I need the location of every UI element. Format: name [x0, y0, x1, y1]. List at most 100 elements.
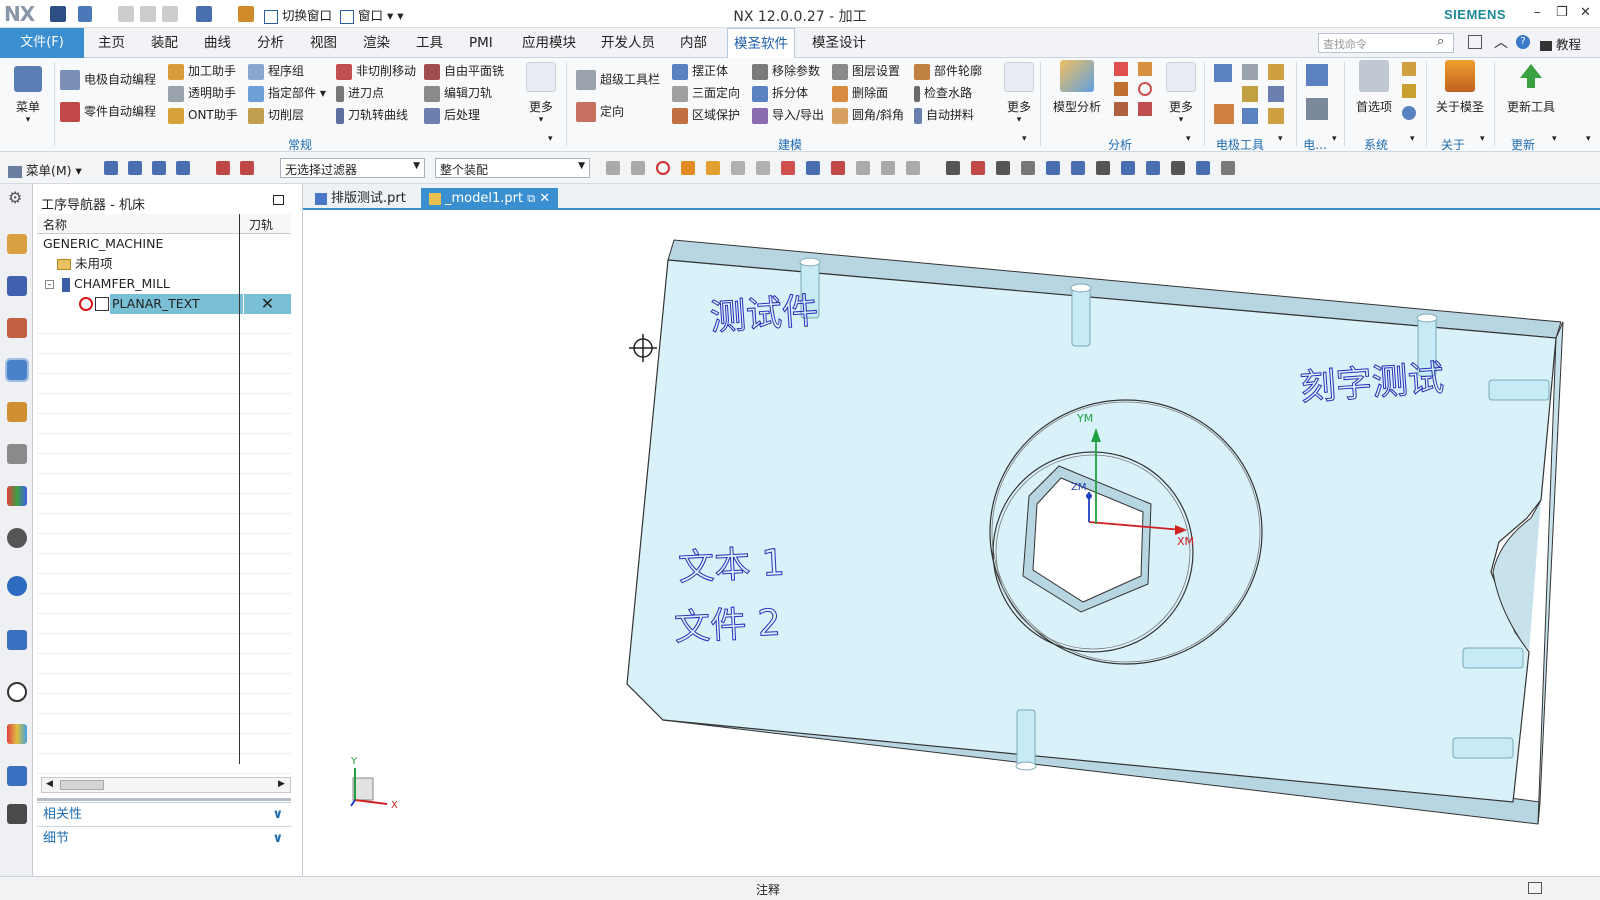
close-tab-icon[interactable]: ✕ — [539, 191, 550, 206]
collapse-icon[interactable]: – — [45, 280, 54, 289]
menu-dropdown-button[interactable]: 菜单(M) ▾ — [8, 160, 82, 179]
analysis-tool2-icon[interactable] — [1114, 102, 1128, 116]
toolbar-tool-8-icon[interactable] — [806, 161, 820, 175]
selection-tool-4-icon[interactable] — [216, 161, 230, 175]
angle-icon[interactable] — [1138, 82, 1152, 96]
column-path-header[interactable]: 刀轨 — [243, 216, 273, 233]
post-process-button[interactable]: 后处理 — [424, 106, 504, 128]
system-expand-icon[interactable]: ▾ — [1410, 134, 1415, 144]
orient-button[interactable]: 定向 — [576, 102, 660, 128]
auto-stock-button[interactable]: 自动拼料 — [914, 106, 982, 128]
update-tools-button[interactable]: 更新工具 — [1502, 60, 1560, 115]
toolbar-tool-9-icon[interactable] — [831, 161, 845, 175]
ribbon-tab-7[interactable]: PMI — [463, 28, 499, 58]
jianmo-expand-icon[interactable]: ▾ — [1022, 134, 1027, 144]
electrode-tool-5-icon[interactable] — [1268, 86, 1284, 102]
part-auto-program-button[interactable]: 零件自动编程 — [60, 102, 156, 126]
import-export-button[interactable]: 导入/导出 — [752, 106, 824, 128]
toolbar-tool-24-icon[interactable] — [1221, 161, 1235, 175]
ont-helper-button[interactable]: ONT助手 — [168, 106, 238, 128]
palette-icon[interactable] — [7, 724, 27, 744]
dependencies-panel[interactable]: 相关性 ∨ — [37, 802, 291, 826]
toolbar-tool-2-icon[interactable] — [656, 161, 670, 175]
toolbar-tool-10-icon[interactable] — [856, 161, 870, 175]
electrode2-tool-2-icon[interactable] — [1306, 98, 1328, 120]
straighten-body-button[interactable]: 摆正体 — [672, 62, 740, 84]
analysis-tool-icon[interactable] — [1114, 82, 1128, 96]
layer-settings-button[interactable]: 图层设置 — [832, 62, 904, 84]
entry-point-button[interactable]: 进刀点 — [336, 84, 416, 106]
ribbon-tab-10[interactable]: 内部 — [674, 28, 713, 58]
part-navigator-icon[interactable] — [7, 444, 27, 464]
toolbar-tool-1-icon[interactable] — [631, 161, 645, 175]
tree-row-unused[interactable]: 未用项 — [37, 254, 291, 274]
ribbon-tab-11[interactable]: 模圣软件 — [727, 28, 795, 58]
maximize-panel-icon[interactable] — [273, 195, 284, 205]
electrode-tool-1-icon[interactable] — [1214, 64, 1232, 82]
edit-toolpath-button[interactable]: 编辑刀轨 — [424, 84, 504, 106]
selection-tool-5-icon[interactable] — [240, 161, 254, 175]
changgui-more-button[interactable]: 更多 ▾ — [522, 62, 560, 125]
toolbar-tool-16-icon[interactable] — [1021, 161, 1035, 175]
preferences-button[interactable]: 首选项 — [1350, 60, 1398, 115]
fenxi-expand-icon[interactable]: ▾ — [1186, 134, 1191, 144]
electrode2-tool-1-icon[interactable] — [1306, 64, 1328, 86]
visibility-eye-icon[interactable] — [7, 528, 27, 548]
toolbar-tool-12-icon[interactable] — [906, 161, 920, 175]
selection-filter-dropdown[interactable]: 无选择过滤器 ▼ — [280, 158, 425, 178]
fillet-chamfer-button[interactable]: 圆角/斜角 — [832, 106, 904, 128]
history-clock-icon[interactable] — [7, 682, 27, 702]
transparent-helper-button[interactable]: 透明助手 — [168, 84, 238, 106]
toolbar-tool-18-icon[interactable] — [1071, 161, 1085, 175]
graphics-viewport[interactable]: XM YM ZM 测试件 刻字测试 文本 1 文件 2 X Y — [303, 212, 1600, 876]
operation-navigator-icon[interactable] — [7, 234, 27, 254]
ribbon-tab-4[interactable]: 视图 — [304, 28, 343, 58]
toolbar-tool-21-icon[interactable] — [1146, 161, 1160, 175]
selection-tool-0-icon[interactable] — [104, 161, 118, 175]
model-analysis-button[interactable]: 模型分析 — [1046, 60, 1108, 115]
remove-params-button[interactable]: 移除参数 — [752, 62, 824, 84]
toolbar-tool-22-icon[interactable] — [1171, 161, 1185, 175]
electrode2-expand-icon[interactable]: ▾ — [1332, 134, 1337, 144]
file-menu-tab[interactable]: 文件(F) — [0, 28, 84, 58]
menu-big-button[interactable]: 菜单 ▾ — [8, 66, 48, 125]
electrode-tool-4-icon[interactable] — [1242, 86, 1258, 102]
scroll-left-icon[interactable]: ◀ — [46, 779, 53, 789]
ribbon-tab-3[interactable]: 分析 — [251, 28, 290, 58]
tree-row-chamfer-mill[interactable]: – CHAMFER_MILL — [37, 274, 291, 294]
horizontal-scrollbar[interactable]: ◀ ▶ — [41, 777, 291, 793]
scroll-right-icon[interactable]: ▶ — [278, 779, 285, 789]
measure-icon[interactable] — [1138, 62, 1152, 76]
toolbar-tool-11-icon[interactable] — [881, 161, 895, 175]
part-outline-button[interactable]: 部件轮廓 — [914, 62, 982, 84]
robot-icon[interactable] — [7, 804, 27, 824]
toolbar-tool-6-icon[interactable] — [756, 161, 770, 175]
toolbar-tool-20-icon[interactable] — [1121, 161, 1135, 175]
electrode-tool-8-icon[interactable] — [1268, 108, 1284, 124]
machining-helper-button[interactable]: 加工助手 — [168, 62, 238, 84]
search-icon[interactable]: ⌕ — [1437, 34, 1444, 49]
selection-tool-3-icon[interactable] — [176, 161, 190, 175]
electrode-auto-program-button[interactable]: 电极自动编程 — [60, 70, 156, 94]
changgui-expand-icon[interactable]: ▾ — [548, 134, 553, 144]
machine-tool-icon[interactable] — [7, 276, 27, 296]
fenxi-more-button[interactable]: 更多 ▾ — [1162, 62, 1200, 125]
cut-levels-button[interactable]: 切削层 — [248, 106, 326, 128]
selection-tool-2-icon[interactable] — [152, 161, 166, 175]
ribbon-tab-5[interactable]: 渲染 — [357, 28, 396, 58]
toolpath-to-curve-button[interactable]: 刀轨转曲线 — [336, 106, 416, 128]
help-icon[interactable]: ? — [1516, 35, 1530, 49]
toolbar-tool-3-icon[interactable] — [681, 161, 695, 175]
weight-icon[interactable] — [1114, 62, 1128, 76]
layout-icon[interactable] — [1468, 35, 1482, 49]
doc-tab-layout-test[interactable]: 排版测试.prt — [307, 188, 414, 210]
toolbar-tool-4-icon[interactable] — [706, 161, 720, 175]
scope-dropdown[interactable]: 整个装配 ▼ — [435, 158, 590, 178]
super-toolbar-button[interactable]: 超级工具栏 — [576, 70, 660, 96]
delete-face-button[interactable]: 删除面 — [832, 84, 904, 106]
ribbon-tab-1[interactable]: 装配 — [145, 28, 184, 58]
toolbar-tool-23-icon[interactable] — [1196, 161, 1210, 175]
ribbon-tab-9[interactable]: 开发人员 — [595, 28, 661, 58]
electrode-tool-2-icon[interactable] — [1242, 64, 1258, 80]
column-name-header[interactable]: 名称 — [43, 216, 67, 233]
